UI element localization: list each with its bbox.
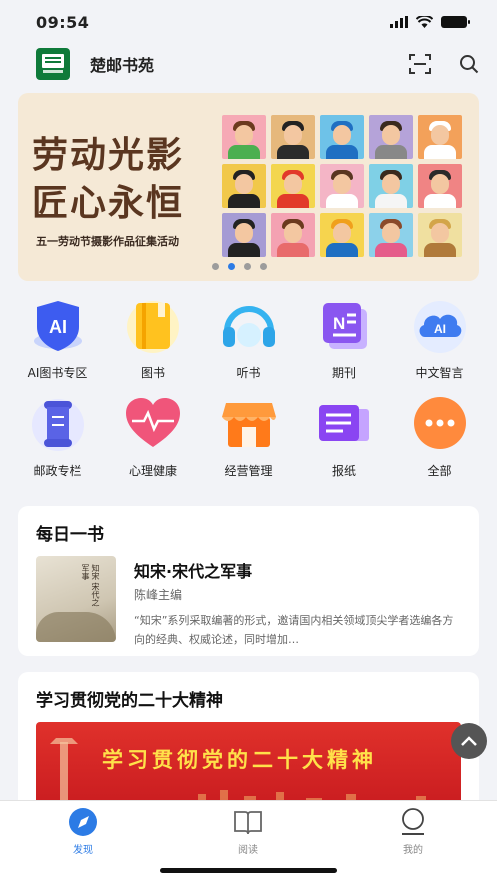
menu-label: 心理健康 [128, 464, 177, 478]
portrait-firefighter [271, 164, 315, 208]
portrait-artist [271, 115, 315, 159]
journal-icon: N [313, 296, 375, 356]
menu-newspapers[interactable]: 报纸 [297, 394, 392, 492]
newspaper-icon [313, 394, 375, 454]
shop-icon [218, 394, 280, 454]
ai-badge-icon: AI [27, 296, 89, 356]
menu-business-management[interactable]: 经营管理 [201, 394, 296, 492]
book-icon [122, 296, 184, 356]
carousel-dot-3[interactable] [244, 263, 251, 270]
chevron-up-icon [461, 736, 477, 746]
scan-icon[interactable] [409, 54, 431, 74]
compass-icon [69, 808, 97, 836]
book-description: “知宋”系列采取编著的形式，邀请国内相关领域顶尖学者选编各方向的经典、权威论述，… [134, 614, 454, 646]
banner-title-line2: 匠心永恒 [32, 182, 185, 224]
status-bar: 09:54 [0, 0, 497, 44]
worker-portrait-grid [222, 115, 472, 257]
menu-postal-column[interactable]: 邮政专栏 [10, 394, 105, 492]
tab-label: 发现 [73, 845, 93, 856]
study-banner[interactable]: 学习贯彻党的二十大精神 [36, 722, 461, 812]
study-banner-text: 学习贯彻党的二十大精神 [102, 748, 377, 772]
headphones-icon [218, 296, 280, 356]
app-logo [36, 48, 70, 80]
menu-label: 期刊 [331, 366, 356, 380]
portrait-doctor [369, 164, 413, 208]
tab-reading[interactable]: 阅读 [213, 807, 283, 856]
menu-all[interactable]: 全部 [392, 394, 487, 492]
menu-label: 经营管理 [224, 464, 273, 478]
scroll-to-top-button[interactable] [451, 723, 487, 759]
menu-audiobooks[interactable]: 听书 [201, 296, 296, 394]
menu-label: AI图书专区 [27, 366, 88, 380]
portrait-student [369, 213, 413, 257]
book-cover-text: 知宋 宋代之军事 [81, 564, 100, 607]
system-icons [390, 16, 470, 28]
tab-profile[interactable]: 我的 [378, 807, 448, 856]
status-time: 09:54 [36, 12, 90, 32]
portrait-photographer [222, 213, 266, 257]
wifi-icon [416, 16, 433, 28]
menu-journals[interactable]: N 期刊 [297, 296, 392, 394]
daily-book-card[interactable]: 每日一书 知宋 宋代之军事 知宋·宋代之军事 陈峰主编 “知宋”系列采取编著的形… [18, 506, 479, 656]
menu-chinese-ai[interactable]: AI 中文智言 [392, 296, 487, 394]
tab-label: 阅读 [238, 845, 258, 856]
study-section-header: 学习贯彻党的二十大精神 [36, 691, 223, 711]
app-header: 楚邮书苑 [0, 44, 497, 84]
menu-label: 听书 [236, 366, 261, 380]
banner-title-line1: 劳动光影 [32, 134, 185, 176]
carousel-dot-2[interactable] [228, 263, 235, 270]
category-menu: AI AI图书专区 图书 听书 N 期刊 AI 中文智言 邮政专栏 心理健康 经… [10, 296, 487, 492]
promo-banner[interactable]: 劳动光影 匠心永恒 五一劳动节摄影作品征集活动 [18, 93, 479, 281]
portrait-builder [320, 213, 364, 257]
daily-book-header: 每日一书 [36, 525, 104, 545]
signal-icon [390, 16, 408, 28]
portrait-chef [418, 115, 462, 159]
tab-discover[interactable]: 发现 [48, 807, 118, 856]
portrait-delivery [320, 115, 364, 159]
menu-label: 全部 [427, 464, 452, 478]
menu-books[interactable]: 图书 [106, 296, 201, 394]
portrait-nurse [418, 164, 462, 208]
more-icon [409, 394, 471, 454]
menu-ai-books[interactable]: AI AI图书专区 [10, 296, 105, 394]
carousel-indicator[interactable] [212, 263, 267, 270]
menu-mental-health[interactable]: 心理健康 [106, 394, 201, 492]
svg-text:N: N [333, 314, 345, 333]
portrait-mechanic [222, 164, 266, 208]
portrait-clerk [369, 115, 413, 159]
scroll-icon [27, 394, 89, 454]
menu-label: 报纸 [331, 464, 356, 478]
portrait-scientist [320, 164, 364, 208]
menu-label: 图书 [140, 366, 165, 380]
search-icon[interactable] [459, 54, 479, 74]
banner-title: 劳动光影 匠心永恒 [32, 131, 184, 227]
menu-label: 中文智言 [415, 366, 464, 380]
heart-pulse-icon [122, 394, 184, 454]
banner-subtitle: 五一劳动节摄影作品征集活动 [36, 235, 179, 248]
battery-icon [441, 16, 470, 28]
home-indicator [160, 868, 337, 873]
carousel-dot-1[interactable] [212, 263, 219, 270]
carousel-dot-4[interactable] [260, 263, 267, 270]
menu-label: 邮政专栏 [33, 464, 82, 478]
profile-icon [402, 808, 424, 835]
portrait-gardener [222, 115, 266, 159]
svg-text:AI: AI [49, 317, 67, 337]
app-title: 楚邮书苑 [90, 56, 155, 75]
ai-cloud-icon: AI [409, 296, 471, 356]
tab-label: 我的 [403, 845, 423, 856]
portrait-farmer [418, 213, 462, 257]
portrait-teacher [271, 213, 315, 257]
svg-text:AI: AI [434, 322, 446, 336]
book-author: 陈峰主编 [134, 588, 183, 602]
open-book-icon [234, 811, 262, 835]
book-title[interactable]: 知宋·宋代之军事 [134, 558, 252, 582]
study-section-card: 学习贯彻党的二十大精神 学习贯彻党的二十大精神 [18, 672, 479, 812]
book-cover[interactable]: 知宋 宋代之军事 [36, 556, 116, 642]
